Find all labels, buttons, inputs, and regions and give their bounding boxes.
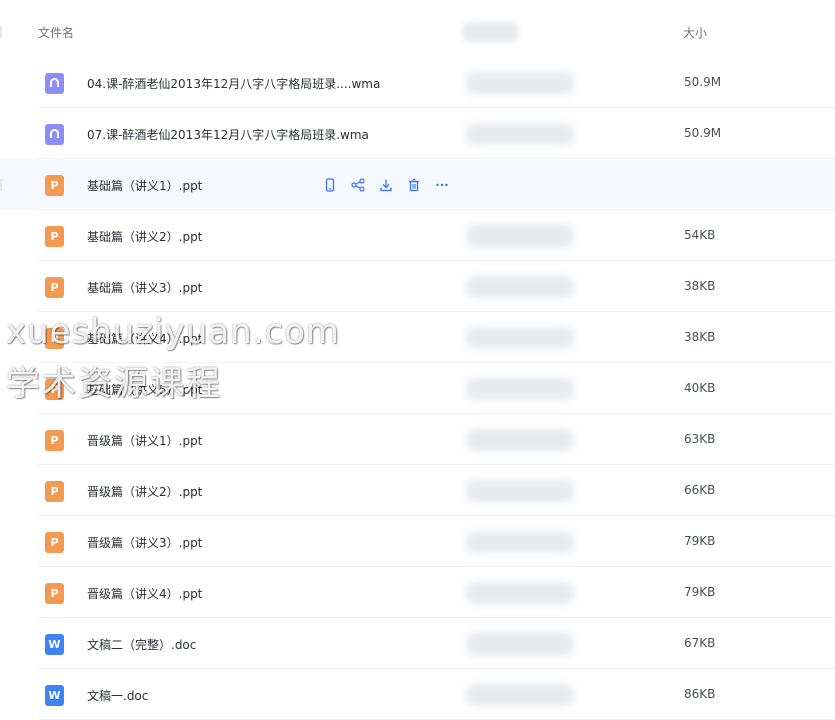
word-file-icon: W	[45, 685, 64, 706]
file-date-blurred	[466, 480, 574, 502]
file-name-link[interactable]: 晋级篇（讲义2）.ppt	[87, 483, 202, 500]
audio-file-icon	[45, 124, 64, 145]
share-icon[interactable]	[350, 177, 366, 193]
file-row[interactable]: P 基础篇（讲义5）.ppt 40KB	[0, 363, 835, 414]
file-name-link[interactable]: 04.课-醉酒老仙2013年12月八字八字格局班录....wma	[87, 75, 380, 92]
file-date-blurred	[466, 327, 574, 349]
more-icon[interactable]	[434, 177, 450, 193]
file-name-link[interactable]: 文稿一.doc	[87, 687, 148, 704]
file-name-link[interactable]: 晋级篇（讲义4）.ppt	[87, 585, 202, 602]
file-size: 50.9M	[684, 126, 722, 140]
file-date-blurred	[466, 378, 574, 400]
file-row[interactable]: P 晋级篇（讲义2）.ppt 66KB	[0, 465, 835, 516]
ppt-file-icon: P	[45, 277, 64, 298]
select-all-checkbox[interactable]	[0, 26, 2, 38]
file-row[interactable]: P 基础篇（讲义3）.ppt 38KB	[0, 261, 835, 312]
column-header-date-blurred	[462, 22, 518, 42]
download-icon[interactable]	[378, 177, 394, 193]
file-row[interactable]: 04.课-醉酒老仙2013年12月八字八字格局班录....wma 50.9M	[0, 57, 835, 108]
file-row[interactable]: P 基础篇（讲义4）.ppt 38KB	[0, 312, 835, 363]
ppt-file-icon: P	[45, 583, 64, 604]
file-name-link[interactable]: 基础篇（讲义4）.ppt	[87, 330, 202, 347]
file-name-link[interactable]: 基础篇（讲义3）.ppt	[87, 279, 202, 296]
file-list-header: 文件名 大小	[0, 0, 835, 62]
ppt-file-icon: P	[45, 430, 64, 451]
file-row[interactable]: W 文稿一.doc 86KB	[0, 669, 835, 720]
ppt-file-icon: P	[45, 175, 64, 196]
file-date-blurred	[466, 72, 574, 94]
file-date-blurred	[466, 429, 574, 451]
file-row[interactable]: 07.课-醉酒老仙2013年12月八字八字格局班录.wma 50.9M	[0, 108, 835, 159]
column-header-size[interactable]: 大小	[683, 24, 707, 41]
file-row[interactable]: P 晋级篇（讲义4）.ppt 79KB	[0, 567, 835, 618]
file-size: 86KB	[684, 687, 716, 701]
file-date-blurred	[466, 531, 574, 553]
file-date-blurred	[466, 123, 574, 145]
file-name-link[interactable]: 基础篇（讲义2）.ppt	[87, 228, 202, 245]
file-size: 79KB	[684, 534, 716, 548]
file-date-blurred	[466, 225, 574, 247]
delete-icon[interactable]	[406, 177, 422, 193]
file-size: 63KB	[684, 432, 716, 446]
file-name-link[interactable]: 晋级篇（讲义3）.ppt	[87, 534, 202, 551]
audio-file-icon	[45, 73, 64, 94]
file-size: 67KB	[684, 636, 716, 650]
file-size: 38KB	[684, 279, 716, 293]
file-row[interactable]: W 文稿二（完整）.doc 67KB	[0, 618, 835, 669]
file-size: 50.9M	[684, 75, 722, 89]
phone-icon[interactable]	[322, 177, 338, 193]
file-size: 66KB	[684, 483, 716, 497]
ppt-file-icon: P	[45, 481, 64, 502]
file-row[interactable]: P 基础篇（讲义1）.ppt	[0, 159, 835, 210]
column-header-name[interactable]: 文件名	[38, 24, 74, 41]
file-name-link[interactable]: 07.课-醉酒老仙2013年12月八字八字格局班录.wma	[87, 126, 369, 143]
file-date-blurred	[466, 633, 574, 655]
file-row[interactable]: P 晋级篇（讲义1）.ppt 63KB	[0, 414, 835, 465]
file-name-link[interactable]: 文稿二（完整）.doc	[87, 636, 196, 653]
ppt-file-icon: P	[45, 532, 64, 553]
file-row[interactable]: P 晋级篇（讲义3）.ppt 79KB	[0, 516, 835, 567]
ppt-file-icon: P	[45, 226, 64, 247]
file-size: 40KB	[684, 381, 716, 395]
file-name-link[interactable]: 基础篇（讲义5）.ppt	[87, 381, 202, 398]
ppt-file-icon: P	[45, 379, 64, 400]
file-date-blurred	[466, 582, 574, 604]
file-size: 38KB	[684, 330, 716, 344]
file-row[interactable]: P 基础篇（讲义2）.ppt 54KB	[0, 210, 835, 261]
file-name-link[interactable]: 基础篇（讲义1）.ppt	[87, 177, 202, 194]
word-file-icon: W	[45, 634, 64, 655]
file-list: 04.课-醉酒老仙2013年12月八字八字格局班录....wma 50.9M 07.…	[0, 57, 835, 720]
file-date-blurred	[466, 276, 574, 298]
file-date-blurred	[466, 684, 574, 706]
file-size: 79KB	[684, 585, 716, 599]
file-size: 54KB	[684, 228, 716, 242]
file-name-link[interactable]: 晋级篇（讲义1）.ppt	[87, 432, 202, 449]
ppt-file-icon: P	[45, 328, 64, 349]
